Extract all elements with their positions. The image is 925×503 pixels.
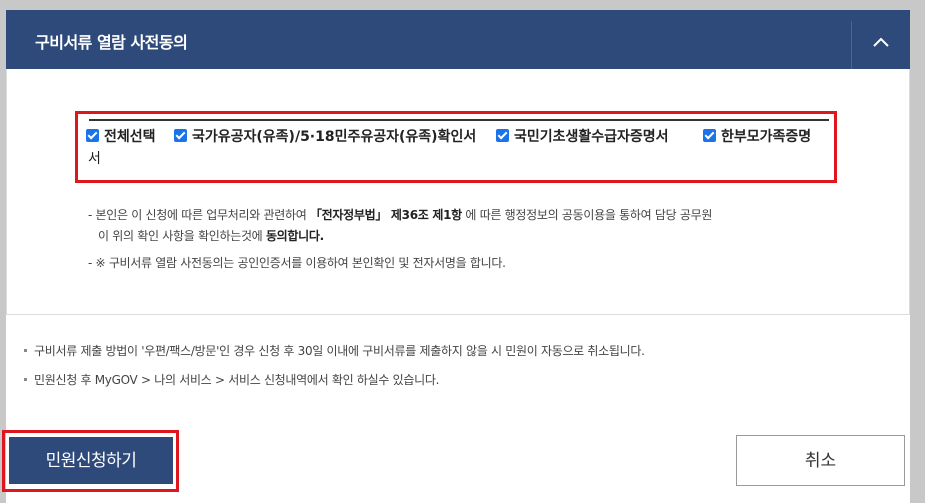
screen: 구비서류 열람 사전동의 전체선택 국가유공자(유족)/5·18민주유공자(유족…	[0, 0, 925, 503]
checkbox-veteran-certificate[interactable]: 국가유공자(유족)/5·18민주유공자(유족)확인서	[174, 126, 476, 148]
note-text: 에 따른 행정정보의 공동이용을 통하여 담당 공무원	[461, 208, 713, 222]
checkbox-label: 전체선택	[104, 129, 156, 145]
footer-note-2: 민원신청 후 MyGOV > 나의 서비스 > 서비스 신청내역에서 확인 하실…	[24, 371, 439, 388]
collapse-button[interactable]	[851, 21, 910, 69]
checkbox-label: 국민기초생활수급자증명서	[514, 129, 669, 145]
note-line-1: - 본인은 이 신청에 따른 업무처리와 관련하여 「전자정부법」 제36조 제…	[88, 205, 712, 225]
note-text: - 본인은 이 신청에 따른 업무처리와 관련하여	[88, 208, 310, 222]
note-line-3: - ※ 구비서류 열람 사전동의는 공인인증서를 이용하여 본인확인 및 전자서…	[88, 256, 506, 270]
checkbox-label-wrap: 서	[88, 151, 101, 167]
note-text: 이 위의 확인 사항을 확인하는것에	[98, 229, 266, 243]
footer-note-1: 구비서류 제출 방법이 '우편/팩스/방문'인 경우 신청 후 30일 이내에 …	[24, 342, 645, 359]
content-box	[6, 69, 910, 315]
checkbox-label: 국가유공자(유족)/5·18민주유공자(유족)확인서	[192, 129, 477, 145]
checkbox-label: 한부모가족증명	[721, 129, 812, 145]
checkbox-checked-icon[interactable]	[496, 129, 509, 142]
note-bold: 「전자정부법」 제36조 제1항	[309, 208, 462, 222]
checkbox-checked-icon[interactable]	[703, 129, 716, 142]
checkbox-checked-icon[interactable]	[174, 129, 187, 142]
footer-note-text: 구비서류 제출 방법이 '우편/팩스/방문'인 경우 신청 후 30일 이내에 …	[34, 344, 645, 358]
footer-note-text: 민원신청 후 MyGOV > 나의 서비스 > 서비스 신청내역에서 확인 하실…	[34, 373, 440, 387]
note-bold: 동의합니다.	[265, 229, 324, 243]
panel-title: 구비서류 열람 사전동의	[35, 33, 188, 52]
bullet-icon	[24, 378, 27, 381]
chevron-up-icon	[873, 37, 889, 47]
checkbox-checked-icon[interactable]	[86, 129, 99, 142]
checkbox-basic-livelihood-certificate[interactable]: 국민기초생활수급자증명서	[496, 126, 669, 148]
cancel-button[interactable]: 취소	[736, 435, 905, 486]
panel-header: 구비서류 열람 사전동의	[6, 10, 910, 69]
divider	[89, 119, 829, 121]
apply-button[interactable]: 민원신청하기	[9, 437, 173, 484]
checkbox-select-all[interactable]: 전체선택	[86, 126, 156, 148]
bullet-icon	[24, 349, 27, 352]
note-line-2: 이 위의 확인 사항을 확인하는것에 동의합니다.	[98, 226, 324, 246]
checkbox-single-parent-certificate[interactable]: 한부모가족증명	[703, 126, 811, 148]
